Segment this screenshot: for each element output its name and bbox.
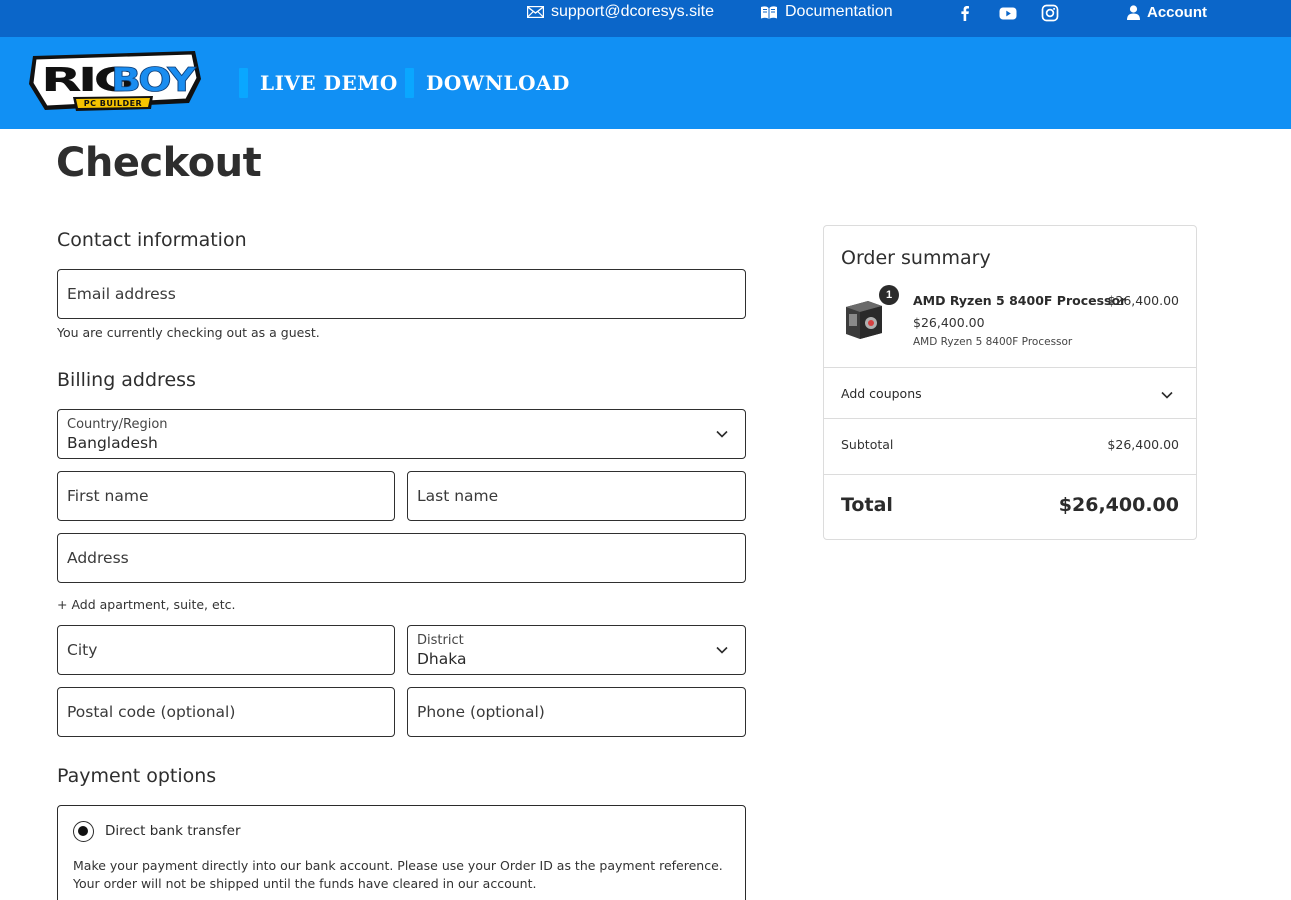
last-name-placeholder: Last name (417, 487, 499, 505)
first-name-placeholder: First name (67, 487, 149, 505)
page-title: Checkout (56, 140, 262, 186)
city-placeholder: City (67, 641, 98, 659)
divider (824, 474, 1196, 475)
bank-transfer-description: Make your payment directly into our bank… (73, 858, 723, 891)
subtotal-label: Subtotal (841, 437, 894, 452)
total-value: $26,400.00 (1058, 494, 1179, 516)
order-summary: Order summary 1 AMD Ryzen 5 8400F Proces… (823, 225, 1197, 540)
product-line-total: $26,400.00 (1107, 293, 1179, 308)
account-link[interactable]: Account (1127, 0, 1207, 24)
nav-live-demo-label: LIVE DEMO (260, 71, 398, 95)
account-text: Account (1147, 3, 1207, 21)
contact-heading: Contact information (57, 229, 247, 251)
chevron-down-icon[interactable] (1161, 391, 1173, 399)
phone-placeholder: Phone (optional) (417, 703, 545, 721)
nav-download[interactable]: DOWNLOAD (405, 68, 570, 98)
city-field[interactable]: City (57, 625, 395, 675)
payment-heading: Payment options (57, 765, 217, 787)
total-label: Total (841, 494, 893, 516)
first-name-field[interactable]: First name (57, 471, 395, 521)
country-select[interactable]: Country/Region Bangladesh (57, 409, 746, 459)
last-name-field[interactable]: Last name (407, 471, 746, 521)
svg-text:BOY: BOY (111, 60, 197, 99)
support-email-text: support@dcoresys.site (551, 3, 714, 20)
order-summary-heading: Order summary (841, 247, 991, 269)
email-placeholder: Email address (67, 285, 176, 303)
district-value: Dhaka (417, 650, 467, 668)
book-icon (761, 5, 777, 19)
district-label: District (417, 633, 464, 648)
divider (824, 418, 1196, 419)
add-apartment-link[interactable]: + Add apartment, suite, etc. (57, 597, 235, 612)
top-bar: support@dcoresys.site Documentation Acco… (0, 0, 1291, 37)
main-navbar: RIG BOY PC BUILDER LIVE DEMO DOWNLOAD (0, 37, 1291, 129)
svg-text:PC BUILDER: PC BUILDER (84, 99, 142, 108)
billing-heading: Billing address (57, 369, 196, 391)
nav-accent-bar (405, 68, 414, 98)
instagram-icon[interactable] (1041, 4, 1059, 22)
envelope-icon (527, 6, 544, 18)
support-email-link[interactable]: support@dcoresys.site (527, 0, 714, 24)
divider (824, 367, 1196, 368)
documentation-text: Documentation (785, 3, 893, 20)
radio-selected-dot (78, 826, 88, 836)
nav-download-label: DOWNLOAD (426, 71, 570, 95)
bank-transfer-radio[interactable] (73, 821, 94, 842)
add-coupons-toggle[interactable]: Add coupons (841, 386, 922, 401)
payment-option-bank-transfer[interactable]: Direct bank transfer Make your payment d… (57, 805, 746, 900)
product-name: AMD Ryzen 5 8400F Processor (913, 293, 1127, 308)
product-description: AMD Ryzen 5 8400F Processor (913, 336, 1073, 348)
youtube-icon[interactable] (999, 4, 1017, 22)
address-field[interactable]: Address (57, 533, 746, 583)
product-thumbnail (846, 301, 882, 339)
product-unit-price: $26,400.00 (913, 315, 985, 330)
district-select[interactable]: District Dhaka (407, 625, 746, 675)
user-icon (1127, 4, 1140, 20)
country-value: Bangladesh (67, 434, 158, 452)
email-field[interactable]: Email address (57, 269, 746, 319)
country-label: Country/Region (67, 417, 168, 432)
postal-code-placeholder: Postal code (optional) (67, 703, 236, 721)
phone-field[interactable]: Phone (optional) (407, 687, 746, 737)
quantity-badge: 1 (879, 285, 899, 305)
nav-live-demo[interactable]: LIVE DEMO (239, 68, 398, 98)
postal-code-field[interactable]: Postal code (optional) (57, 687, 395, 737)
documentation-link[interactable]: Documentation (760, 0, 893, 24)
subtotal-value: $26,400.00 (1107, 437, 1179, 452)
bank-transfer-label: Direct bank transfer (105, 823, 241, 839)
guest-note: You are currently checking out as a gues… (57, 325, 320, 340)
rigboy-logo[interactable]: RIG BOY PC BUILDER (27, 49, 203, 117)
chevron-down-icon (716, 430, 728, 438)
address-placeholder: Address (67, 549, 129, 567)
facebook-icon[interactable] (956, 4, 974, 22)
chevron-down-icon (716, 646, 728, 654)
nav-accent-bar (239, 68, 248, 98)
